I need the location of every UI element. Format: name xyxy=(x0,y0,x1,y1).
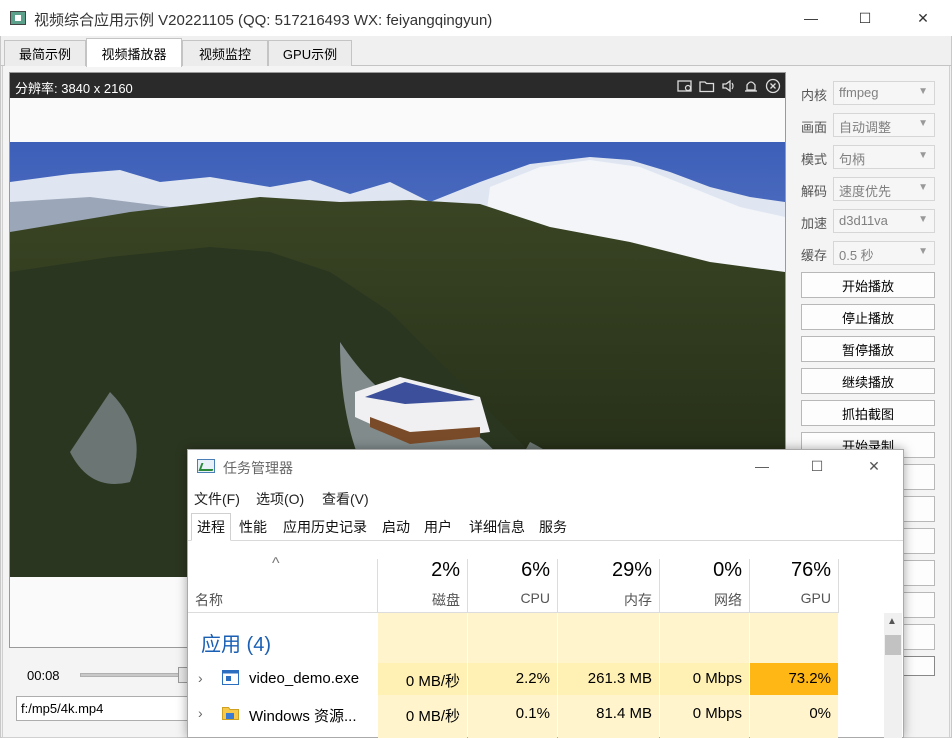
process-cpu: 2.2% xyxy=(515,670,550,687)
task-manager-title: 任务管理器 xyxy=(223,460,293,476)
chevron-down-icon: ▼ xyxy=(918,118,928,129)
label-decode: 解码 xyxy=(801,184,828,199)
resume-play-button[interactable]: 继续播放 xyxy=(801,368,935,394)
tm-minimize-button[interactable]: — xyxy=(740,452,784,480)
memory-percent[interactable]: 29% xyxy=(558,559,652,582)
chevron-down-icon: ▼ xyxy=(918,86,928,97)
folder-icon[interactable] xyxy=(698,78,715,94)
start-play-button[interactable]: 开始播放 xyxy=(801,272,935,298)
tab-app-history[interactable]: 应用历史记录 xyxy=(275,513,375,541)
tab-details[interactable]: 详细信息 xyxy=(461,513,533,541)
playback-time: 00:08 xyxy=(27,668,60,683)
network-header[interactable]: 网络 xyxy=(660,590,742,610)
col-name-header[interactable]: 名称 xyxy=(195,590,223,610)
close-button[interactable]: ✕ xyxy=(900,0,946,36)
process-list-scrollbar[interactable] xyxy=(884,613,902,738)
process-name[interactable]: Windows 资源... xyxy=(249,705,357,726)
gpu-percent[interactable]: 76% xyxy=(750,559,831,582)
gpu-header[interactable]: GPU xyxy=(750,590,831,606)
process-name[interactable]: video_demo.exe xyxy=(249,670,359,687)
decode-select[interactable]: 速度优先 ▼ xyxy=(833,177,935,201)
snapshot-icon[interactable] xyxy=(742,78,759,94)
sort-up-icon[interactable]: ^ xyxy=(272,555,280,573)
record-icon[interactable] xyxy=(676,78,693,94)
tab-simple[interactable]: 最简示例 xyxy=(4,40,86,66)
tab-services[interactable]: 服务 xyxy=(535,513,571,541)
tab-video-player[interactable]: 视频播放器 xyxy=(86,38,182,67)
file-path-input[interactable]: f:/mp5/4k.mp4 xyxy=(16,696,189,721)
progress-slider[interactable] xyxy=(80,673,188,677)
process-disk: 0 MB/秒 xyxy=(405,673,460,690)
cache-select[interactable]: 0.5 秒 ▼ xyxy=(833,241,935,265)
scroll-thumb[interactable] xyxy=(885,635,901,655)
chevron-down-icon: ▼ xyxy=(918,150,928,161)
chevron-down-icon: ▼ xyxy=(918,214,928,225)
process-memory: 81.4 MB xyxy=(596,705,652,722)
tm-maximize-button[interactable]: ☐ xyxy=(795,452,839,480)
process-gpu: 73.2% xyxy=(788,670,831,687)
stop-play-button[interactable]: 停止播放 xyxy=(801,304,935,330)
process-cpu: 0.1% xyxy=(515,705,550,722)
tab-performance[interactable]: 性能 xyxy=(233,513,273,541)
task-manager-icon xyxy=(197,459,215,473)
tm-close-button[interactable]: ✕ xyxy=(852,452,896,480)
volume-icon[interactable] xyxy=(720,78,737,94)
window-title: 视频综合应用示例 V20221105 (QQ: 517216493 WX: fe… xyxy=(34,12,493,29)
tab-users[interactable]: 用户 xyxy=(420,513,456,541)
network-percent[interactable]: 0% xyxy=(660,559,742,582)
maximize-button[interactable]: ☐ xyxy=(842,0,888,36)
disk-header[interactable]: 磁盘 xyxy=(378,590,460,610)
tab-startup[interactable]: 启动 xyxy=(377,513,415,541)
app-icon xyxy=(10,11,26,25)
menu-view[interactable]: 查看(V) xyxy=(322,489,369,509)
picture-select[interactable]: 自动调整 ▼ xyxy=(833,113,935,137)
folder-icon xyxy=(222,705,239,723)
close-video-icon[interactable] xyxy=(764,78,781,94)
app-window-icon xyxy=(222,670,239,688)
chevron-down-icon: ▼ xyxy=(918,182,928,193)
expand-chevron-icon[interactable]: › xyxy=(198,670,203,686)
expand-chevron-icon[interactable]: › xyxy=(198,705,203,721)
process-network: 0 Mbps xyxy=(692,705,742,722)
memory-header[interactable]: 内存 xyxy=(558,590,652,610)
label-accel: 加速 xyxy=(801,216,828,231)
chevron-down-icon: ▼ xyxy=(918,246,928,257)
resolution-label: 分辨率: 3840 x 2160 xyxy=(15,81,133,96)
core-select[interactable]: ffmpeg ▼ xyxy=(833,81,935,105)
process-gpu: 0% xyxy=(809,705,831,722)
pause-play-button[interactable]: 暂停播放 xyxy=(801,336,935,362)
tab-processes[interactable]: 进程 xyxy=(191,513,231,541)
label-cache: 缓存 xyxy=(801,248,828,263)
accel-select[interactable]: d3d11va ▼ xyxy=(833,209,935,233)
snapshot-button[interactable]: 抓拍截图 xyxy=(801,400,935,426)
menu-options[interactable]: 选项(O) xyxy=(256,489,304,509)
minimize-button[interactable]: — xyxy=(788,0,834,36)
cpu-percent[interactable]: 6% xyxy=(468,559,550,582)
label-mode: 模式 xyxy=(801,152,828,167)
tab-gpu[interactable]: GPU示例 xyxy=(268,40,352,66)
apps-group-header[interactable]: 应用 (4) xyxy=(201,628,271,657)
label-core: 内核 xyxy=(801,88,828,103)
scroll-up-icon[interactable]: ▲ xyxy=(887,616,897,627)
label-picture: 画面 xyxy=(801,120,828,135)
process-memory: 261.3 MB xyxy=(587,670,652,687)
menu-file[interactable]: 文件(F) xyxy=(194,489,240,509)
mode-select[interactable]: 句柄 ▼ xyxy=(833,145,935,169)
tab-video-monitor[interactable]: 视频监控 xyxy=(182,40,268,66)
col-divider xyxy=(838,559,839,613)
process-network: 0 Mbps xyxy=(692,670,742,687)
disk-percent[interactable]: 2% xyxy=(378,559,460,582)
process-disk: 0 MB/秒 xyxy=(405,708,460,725)
cpu-header[interactable]: CPU xyxy=(468,590,550,606)
